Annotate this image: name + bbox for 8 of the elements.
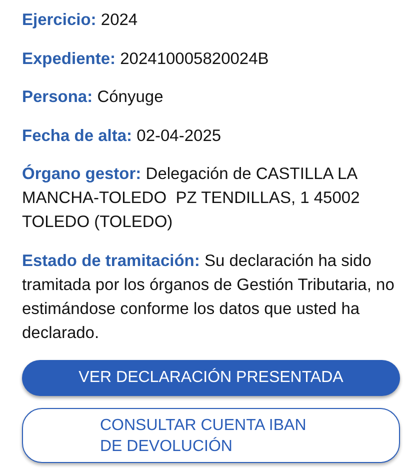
detail-text: Ejercicio: 2024 xyxy=(22,10,139,31)
detail-text: Órgano gestor: Delegación de CASTILLA LA MANCHA-TOLEDO PZ TENDILLAS, 1 45002 TOLEDO (TOLEDO) xyxy=(22,163,361,233)
iban-account-button[interactable]: CONSULTAR CUENTA IBAN DE DEVOLUCIÓN xyxy=(22,408,400,463)
view-declaration-button[interactable]: VER DECLARACIÓN PRESENTADA xyxy=(22,360,400,396)
detail-text: Estado de tramitación: Su declaración ha sido tramitada por los órganos de Gestión Tributaria, no estimándose conforme los datos que usted ha declarado. xyxy=(22,250,396,344)
detail-text: Fecha de alta: 02-04-2025 xyxy=(22,126,222,146)
detail-text: Persona: Cónyuge xyxy=(22,87,164,108)
detail-text: Expediente: 202410005820024B xyxy=(22,48,270,70)
